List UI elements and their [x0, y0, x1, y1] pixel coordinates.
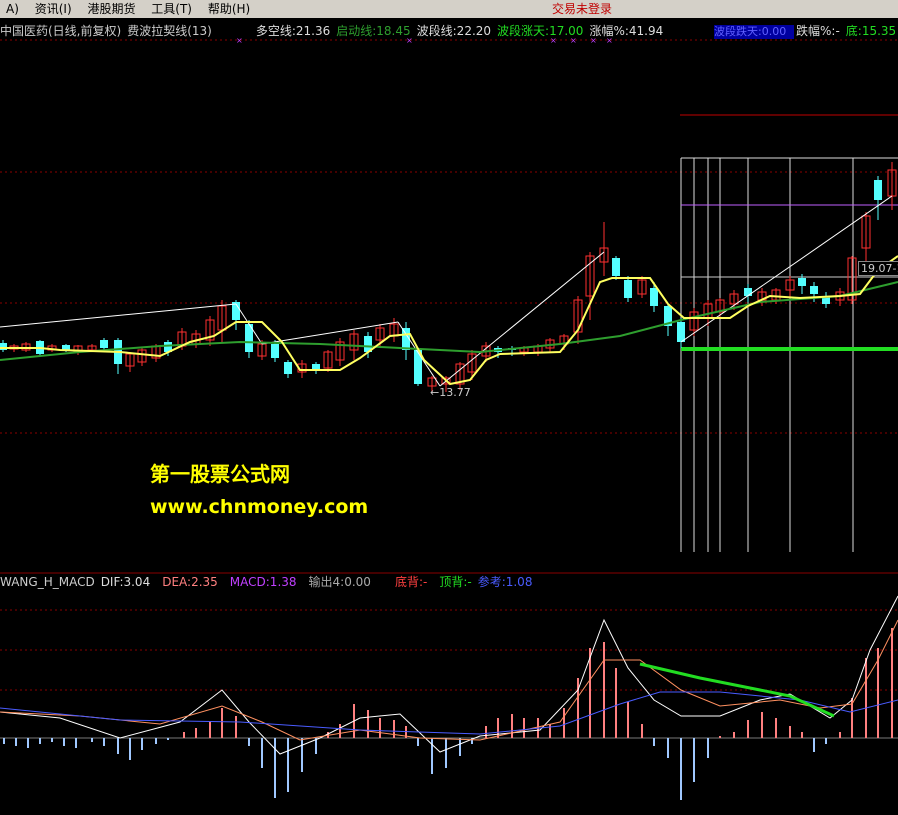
watermark-title: 第一股票公式网 [150, 462, 290, 486]
main-indicator-header: 中国医药(日线,前复权) 费波拉契线(13) 多空线:21.36 启动线:18.45 波… [0, 24, 669, 38]
menu-item-hk-futures[interactable]: 港股期货 [81, 0, 141, 18]
menu-item-help[interactable]: 帮助(H) [202, 0, 256, 18]
kline-chart[interactable]: × × × × × × [0, 18, 898, 815]
di-value: 底:15.35 [845, 24, 897, 38]
menu-item-news[interactable]: 资讯(I) [29, 0, 78, 18]
candle-body [612, 258, 620, 276]
watermark-url: www.chnmoney.com [150, 496, 369, 518]
boduan-line [0, 255, 898, 386]
macd-indicator-name: WANG_H_MACD [0, 575, 95, 589]
candle-body [271, 344, 279, 358]
cankao-value: 参考:1.08 [477, 575, 533, 589]
dingbei-value: 顶背:- [439, 575, 472, 589]
diefu-value: 跌幅%:- [796, 24, 840, 38]
trend-line [0, 303, 237, 328]
indicator-name: 费波拉契线(13) [127, 24, 212, 38]
candle-body [624, 280, 632, 298]
zhangfu-value: 涨幅%:41.94 [589, 24, 664, 38]
macd-header: WANG_H_MACD DIF:3.04 DEA:2.35 MACD:1.38 输出4:… [0, 575, 538, 589]
dibei-value: 底背:- [394, 575, 428, 589]
trade-login-status[interactable]: 交易未登录 [552, 0, 612, 18]
duokong-value: 多空线:21.36 [255, 24, 331, 38]
down-days-badge: 波段跌天:0.00 [714, 25, 794, 39]
candle-body [100, 340, 108, 348]
menu-bar: A) 资讯(I) 港股期货 工具(T) 帮助(H) 交易未登录 [0, 0, 898, 18]
qidong-value: 启动线:18.45 [336, 24, 411, 38]
trend-line [261, 321, 399, 345]
diefu-group: 跌幅%:- 底:15.35 [796, 24, 898, 38]
candle-body [744, 288, 752, 296]
dif-value: DIF:3.04 [100, 575, 151, 589]
menu-item-tools[interactable]: 工具(T) [145, 0, 198, 18]
boduan-value: 波段线:22.20 [416, 24, 492, 38]
candle-body [677, 322, 685, 342]
output4-value: 输出4:0.00 [308, 575, 371, 589]
zhangtian-value: 波段涨天:17.00 [497, 24, 584, 38]
macd-value: MACD:1.38 [229, 575, 297, 589]
candle-body [284, 362, 292, 374]
stock-title: 中国医药(日线,前复权) [0, 24, 122, 38]
dea-value: DEA:2.35 [162, 575, 218, 589]
menu-item-prev[interactable]: A) [0, 0, 25, 18]
candle-body [810, 286, 818, 294]
low-price-label: ←13.77 [430, 386, 471, 399]
candle-body [874, 180, 882, 200]
trend-line [439, 251, 605, 387]
dea-line [0, 619, 898, 741]
macd-reference-line [0, 691, 898, 735]
candle-body [798, 278, 806, 286]
date-cursor-label: 19.07-1 [858, 261, 898, 276]
dif-line [0, 595, 898, 755]
candle-body [650, 288, 658, 306]
